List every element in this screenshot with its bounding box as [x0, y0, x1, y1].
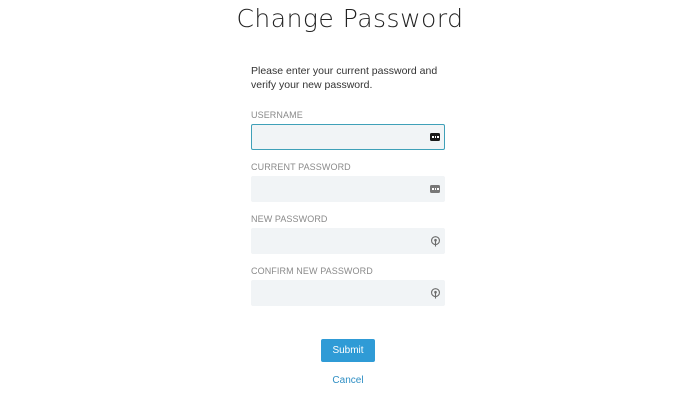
- submit-button[interactable]: Submit: [321, 339, 375, 362]
- current-password-field[interactable]: [251, 176, 445, 202]
- key-icon[interactable]: [430, 288, 441, 299]
- key-icon[interactable]: [430, 236, 441, 247]
- username-label: USERNAME: [251, 110, 303, 120]
- username-field[interactable]: [251, 124, 445, 150]
- instructions-text: Please enter your current password and v…: [251, 65, 438, 91]
- confirm-password-label: CONFIRM NEW PASSWORD: [251, 266, 373, 276]
- new-password-field[interactable]: [251, 228, 445, 254]
- change-password-page: Change Password Please enter your curren…: [0, 0, 700, 400]
- keyboard-icon[interactable]: [430, 185, 440, 193]
- current-password-label: CURRENT PASSWORD: [251, 162, 351, 172]
- new-password-label: NEW PASSWORD: [251, 214, 328, 224]
- confirm-password-field[interactable]: [251, 280, 445, 306]
- page-title: Change Password: [236, 4, 464, 33]
- keyboard-icon[interactable]: [430, 133, 440, 141]
- cancel-link-row: Cancel: [0, 375, 696, 386]
- cancel-link[interactable]: Cancel: [332, 375, 363, 386]
